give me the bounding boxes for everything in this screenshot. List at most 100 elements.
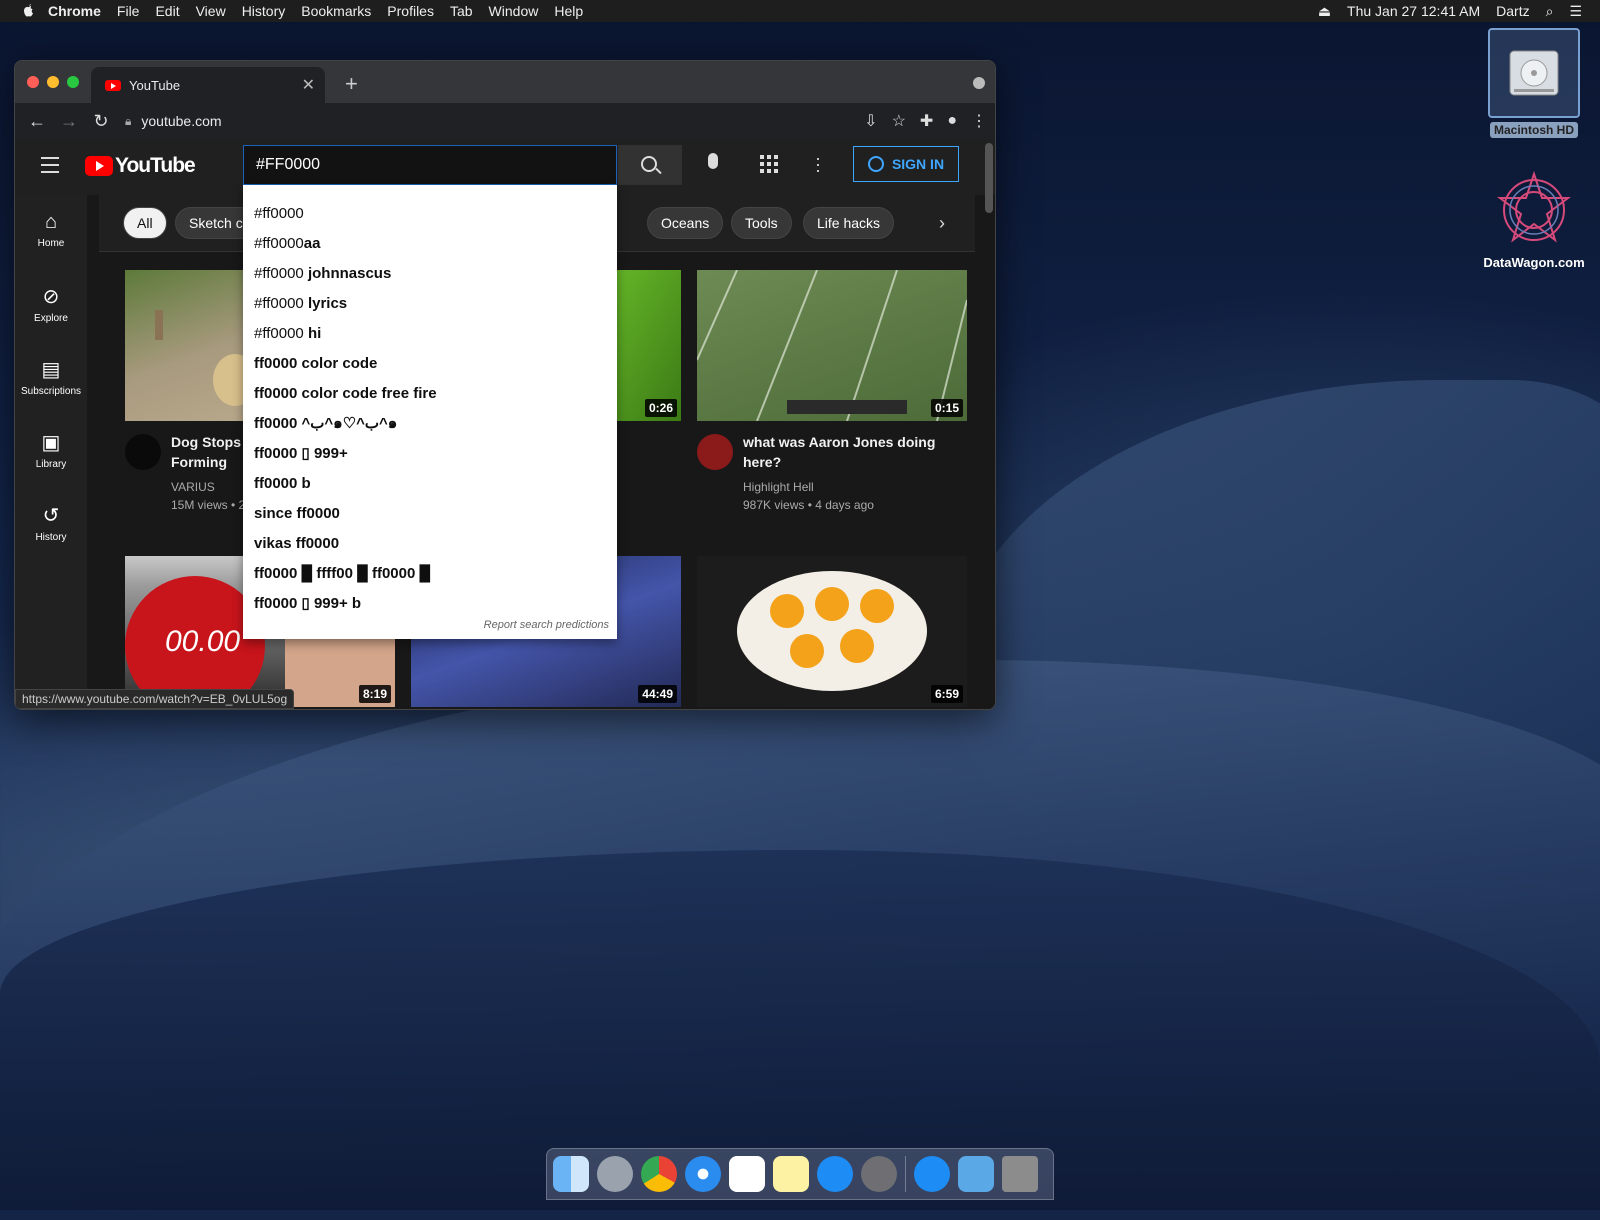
- menu-view[interactable]: View: [196, 3, 226, 19]
- reload-button[interactable]: ↻: [85, 111, 117, 132]
- menu-bar: Chrome File Edit View History Bookmarks …: [0, 0, 1600, 22]
- zoom-window-button[interactable]: [67, 76, 79, 88]
- chrome-icon[interactable]: [641, 1156, 677, 1192]
- menu-tab[interactable]: Tab: [450, 3, 473, 19]
- back-button[interactable]: ←: [21, 111, 53, 132]
- close-tab-icon[interactable]: ✕: [302, 75, 315, 95]
- suggestion-item[interactable]: ff0000 color code: [243, 349, 617, 379]
- datawagon-label: DataWagon.com: [1483, 255, 1585, 270]
- suggestion-completion: ff0000 b: [254, 475, 311, 492]
- menu-history[interactable]: History: [242, 3, 286, 19]
- suggestion-item[interactable]: ff0000 ▯ 999+ b: [243, 589, 617, 619]
- menu-profiles[interactable]: Profiles: [387, 3, 434, 19]
- suggestion-item[interactable]: #ff0000 lyrics: [243, 289, 617, 319]
- safari-icon[interactable]: [685, 1156, 721, 1192]
- search-button[interactable]: [618, 145, 682, 185]
- menu-window[interactable]: Window: [489, 3, 539, 19]
- downloads-folder-icon[interactable]: [958, 1156, 994, 1192]
- suggestion-item[interactable]: ff0000 ▯ 999+: [243, 439, 617, 469]
- address-bar[interactable]: 🔒︎ youtube.com: [121, 107, 881, 135]
- forward-button[interactable]: →: [53, 111, 85, 132]
- video-title-line: here?: [743, 454, 782, 470]
- channel-name[interactable]: Highlight Hell: [743, 478, 874, 496]
- suggestion-item[interactable]: #ff0000 hi: [243, 319, 617, 349]
- eject-icon[interactable]: ⏏: [1318, 3, 1331, 20]
- menubar-clock[interactable]: Thu Jan 27 12:41 AM: [1347, 3, 1480, 19]
- menu-chrome[interactable]: Chrome: [48, 3, 101, 19]
- extensions-icon[interactable]: ✚: [920, 111, 933, 131]
- sidebar-item-subscriptions[interactable]: ▤ Subscriptions: [15, 341, 87, 414]
- suggestion-item[interactable]: vikas ff0000: [243, 529, 617, 559]
- app-store-icon[interactable]: [817, 1156, 853, 1192]
- chip-all[interactable]: All: [123, 207, 167, 239]
- macintosh-hd-icon[interactable]: Macintosh HD: [1482, 28, 1586, 138]
- search-input[interactable]: #FF0000: [243, 145, 617, 185]
- spotlight-icon[interactable]: ⌕: [1546, 3, 1554, 20]
- page-scrollbar[interactable]: [985, 143, 993, 213]
- sidebar-item-explore[interactable]: ⊘ Explore: [15, 268, 87, 341]
- menu-bookmarks[interactable]: Bookmarks: [301, 3, 371, 19]
- new-tab-button[interactable]: +: [345, 71, 358, 97]
- bookmark-star-icon[interactable]: ☆: [892, 111, 906, 131]
- datawagon-icon[interactable]: DataWagon.com: [1476, 168, 1592, 270]
- menu-file[interactable]: File: [117, 3, 140, 19]
- sign-in-button[interactable]: SIGN IN: [853, 146, 959, 182]
- chrome-window: YouTube ✕ + ← → ↻ 🔒︎ youtube.com ⇩ ☆ ✚ ●…: [14, 60, 996, 710]
- chrome-menu-icon[interactable]: ⋮: [971, 111, 987, 131]
- suggestion-completion: johnnascus: [303, 265, 392, 282]
- suggestion-item[interactable]: since ff0000: [243, 499, 617, 529]
- channel-avatar[interactable]: [697, 434, 733, 470]
- suggestion-item[interactable]: #ff0000aa: [243, 229, 617, 259]
- video-duration: 44:49: [638, 685, 677, 703]
- minimize-window-button[interactable]: [47, 76, 59, 88]
- sidebar-item-history[interactable]: ↺ History: [15, 487, 87, 560]
- suggestion-item[interactable]: ff0000 █ ffff00 █ ff0000 █: [243, 559, 617, 589]
- app-store-folder-icon[interactable]: [914, 1156, 950, 1192]
- video-title[interactable]: what was Aaron Jones doing here?: [743, 432, 963, 472]
- suggestion-item[interactable]: ff0000 b: [243, 469, 617, 499]
- chip-oceans[interactable]: Oceans: [647, 207, 724, 239]
- close-window-button[interactable]: [27, 76, 39, 88]
- suggestion-item[interactable]: ff0000 ^ب^๑♡^ب^๑: [243, 409, 617, 439]
- trash-icon[interactable]: [1002, 1156, 1038, 1192]
- finder-icon[interactable]: [553, 1156, 589, 1192]
- apple-icon[interactable]: [20, 3, 36, 19]
- notes-icon[interactable]: [773, 1156, 809, 1192]
- hamburger-menu-icon[interactable]: [41, 157, 59, 178]
- suggestion-prefix: #ff0000: [254, 235, 304, 252]
- sidebar-item-library[interactable]: ▣ Library: [15, 414, 87, 487]
- suggestion-item[interactable]: ff0000 color code free fire: [243, 379, 617, 409]
- sidebar-item-label: History: [35, 532, 67, 543]
- subscriptions-icon: ▤: [41, 359, 61, 381]
- chip-tools[interactable]: Tools: [731, 207, 792, 239]
- control-center-icon[interactable]: ☰: [1569, 3, 1582, 20]
- channel-avatar[interactable]: [125, 434, 161, 470]
- settings-menu-icon[interactable]: · · ·: [815, 149, 821, 179]
- suggestion-item[interactable]: #ff0000: [243, 199, 617, 229]
- menubar-user[interactable]: Dartz: [1496, 3, 1529, 19]
- suggestion-completion: ff0000 ^ب^๑♡^ب^๑: [254, 415, 398, 432]
- apps-grid-icon[interactable]: [760, 155, 778, 173]
- sidebar-item-label: Explore: [34, 313, 68, 324]
- system-preferences-icon[interactable]: [861, 1156, 897, 1192]
- chip-life-hacks[interactable]: Life hacks: [803, 207, 895, 239]
- youtube-logo[interactable]: YouTube: [85, 154, 196, 178]
- suggestion-completion: hi: [303, 325, 322, 342]
- tab-search-button[interactable]: [973, 77, 985, 89]
- video-thumbnail[interactable]: 6:59: [697, 556, 967, 707]
- menu-help[interactable]: Help: [554, 3, 583, 19]
- tab-youtube[interactable]: YouTube ✕: [91, 67, 325, 103]
- microphone-icon[interactable]: [708, 153, 718, 169]
- profile-icon[interactable]: ●: [947, 112, 957, 130]
- calendar-icon[interactable]: [729, 1156, 765, 1192]
- menu-edit[interactable]: Edit: [155, 3, 179, 19]
- home-icon: ⌂: [44, 211, 58, 233]
- install-icon[interactable]: ⇩: [864, 111, 877, 131]
- launchpad-icon[interactable]: [597, 1156, 633, 1192]
- lock-icon[interactable]: 🔒︎: [125, 114, 131, 129]
- suggestion-item[interactable]: #ff0000 johnnascus: [243, 259, 617, 289]
- report-search-predictions-link[interactable]: Report search predictions: [484, 619, 609, 631]
- video-thumbnail[interactable]: 0:15: [697, 270, 967, 421]
- chevron-right-icon[interactable]: ›: [939, 213, 945, 234]
- sidebar-item-home[interactable]: ⌂ Home: [15, 195, 87, 268]
